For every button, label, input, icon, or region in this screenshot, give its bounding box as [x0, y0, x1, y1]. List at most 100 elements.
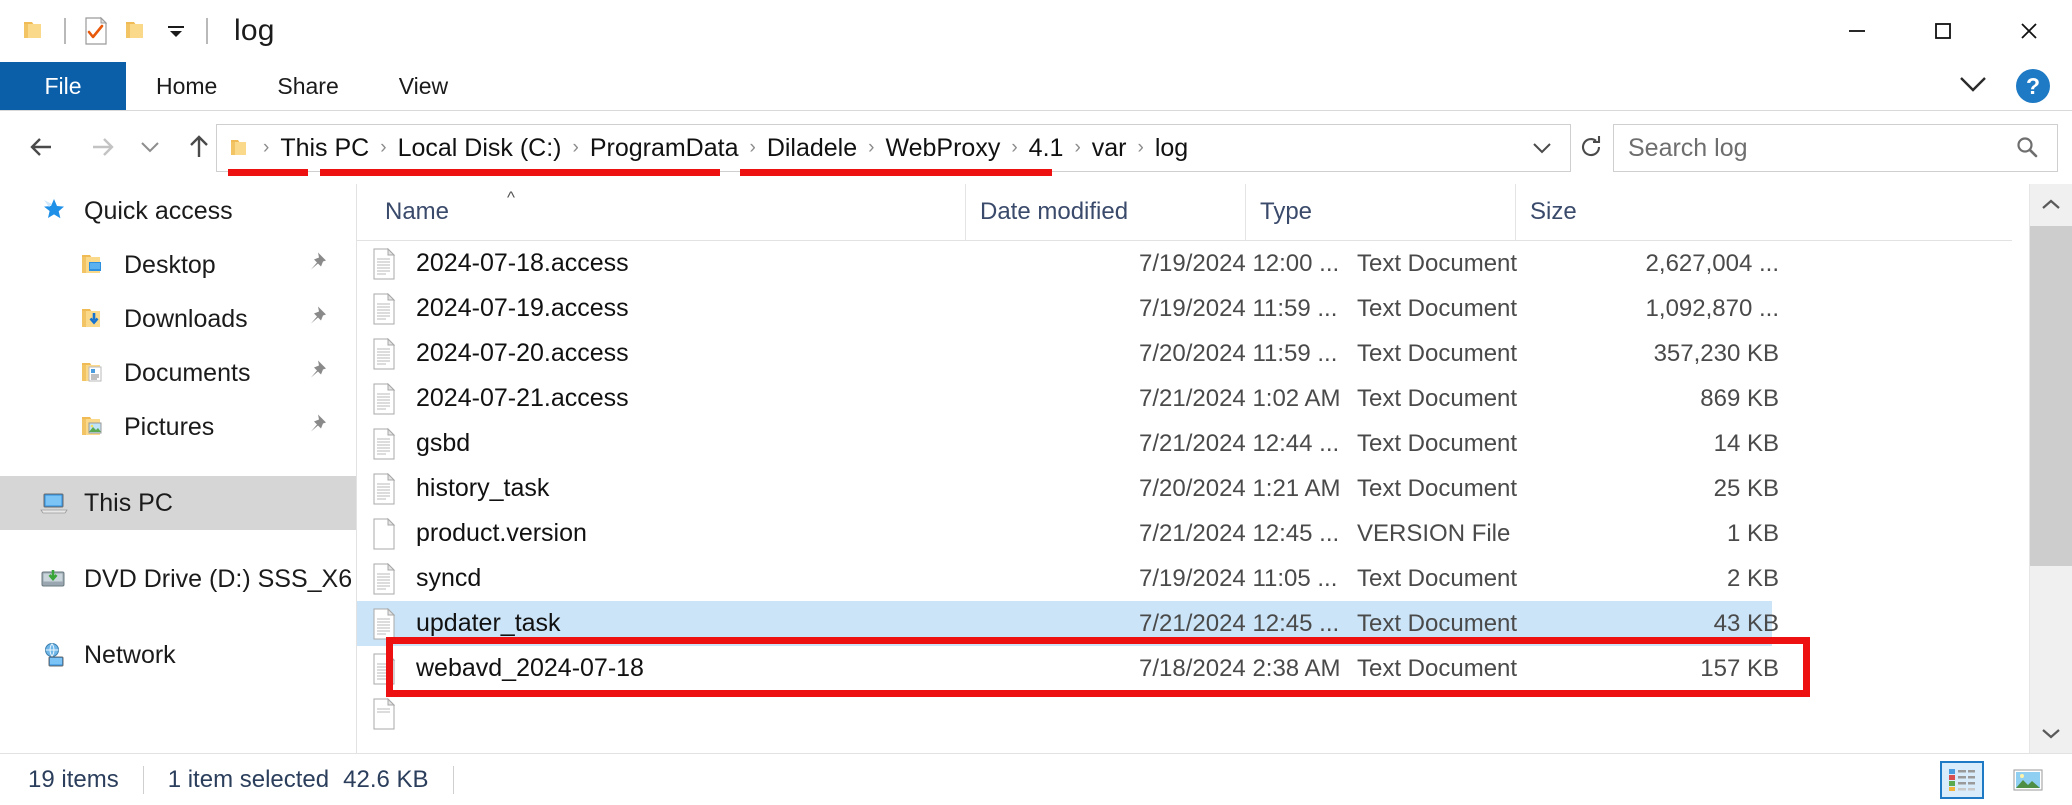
text-file-icon	[367, 560, 401, 598]
sort-ascending-icon: ^	[507, 188, 515, 207]
table-row-selected[interactable]: updater_task 7/21/2024 12:45 ... Text Do…	[357, 601, 1779, 646]
sidebar-item-this-pc[interactable]: This PC	[0, 476, 356, 530]
pin-icon[interactable]	[304, 251, 328, 280]
file-size: 2,627,004 ...	[1645, 249, 1779, 277]
file-size: 157 KB	[1700, 654, 1779, 682]
breadcrumb-diladele[interactable]: Diladele	[758, 134, 866, 163]
title-bar: log	[0, 0, 2072, 62]
column-header-label: Name	[385, 198, 450, 225]
maximize-button[interactable]	[1900, 0, 1986, 62]
table-row-partial[interactable]	[357, 691, 2012, 736]
recent-locations-chevron-down-icon[interactable]	[130, 111, 170, 183]
address-dropdown-chevron-down-icon[interactable]	[1524, 126, 1560, 170]
star-pin-icon	[38, 194, 72, 228]
sidebar-item-documents[interactable]: Documents	[0, 346, 356, 400]
file-date: 7/19/2024 11:05 ...	[1139, 564, 1338, 592]
file-date: 7/21/2024 12:45 ...	[1139, 609, 1340, 637]
address-bar[interactable]: › This PC › Local Disk (C:) › ProgramDat…	[216, 124, 1571, 172]
pin-icon[interactable]	[304, 359, 328, 388]
column-header-date-modified[interactable]: Date modified	[965, 184, 1245, 240]
breadcrumb-chevron-icon: ›	[1137, 137, 1144, 158]
breadcrumb-this-pc[interactable]: This PC	[271, 134, 378, 163]
forward-arrow-right-icon[interactable]	[72, 111, 130, 183]
file-name-cell: 2024-07-20.access	[357, 335, 629, 373]
network-icon	[38, 638, 72, 672]
search-input[interactable]: Search log	[1614, 134, 1748, 163]
text-file-icon	[367, 425, 401, 463]
scrollbar-thumb[interactable]	[2030, 226, 2072, 566]
breadcrumb-programdata[interactable]: ProgramData	[581, 134, 748, 163]
breadcrumb-local-disk-c[interactable]: Local Disk (C:)	[389, 134, 571, 163]
pin-icon[interactable]	[304, 413, 328, 442]
sidebar-item-quick-access[interactable]: Quick access	[0, 184, 356, 238]
help-button[interactable]: ?	[2016, 69, 2050, 103]
column-header-size[interactable]: Size	[1515, 184, 1695, 240]
file-date: 7/19/2024 11:59 ...	[1139, 294, 1338, 322]
status-selection: 1 item selected	[167, 765, 330, 793]
tab-home[interactable]: Home	[126, 62, 247, 110]
new-folder-icon[interactable]	[116, 11, 156, 51]
breadcrumb-chevron-icon: ›	[1074, 137, 1081, 158]
sidebar-item-pictures[interactable]: Pictures	[0, 400, 356, 454]
search-icon[interactable]	[2013, 134, 2057, 162]
tab-file[interactable]: File	[0, 62, 126, 110]
scroll-down-chevron-down-icon[interactable]	[2030, 712, 2072, 754]
table-row[interactable]: gsbd 7/21/2024 12:44 ... Text Document 1…	[357, 421, 2012, 466]
sidebar-item-label: Downloads	[124, 304, 248, 333]
ribbon-tabs: File Home Share View	[0, 62, 478, 110]
column-header-type[interactable]: Type	[1245, 184, 1515, 240]
tab-view[interactable]: View	[369, 62, 478, 110]
file-size: 25 KB	[1713, 474, 1779, 502]
expand-ribbon-chevron-down-icon[interactable]	[1956, 73, 1990, 100]
documents-folder-icon	[78, 356, 112, 390]
text-file-icon	[367, 380, 401, 418]
vertical-scrollbar[interactable]	[2029, 184, 2072, 754]
window-title: log	[234, 14, 275, 47]
table-row[interactable]: syncd 7/19/2024 11:05 ... Text Document …	[357, 556, 2012, 601]
column-header-label: Date modified	[980, 198, 1129, 225]
file-rows: 2024-07-18.access 7/19/2024 12:00 ... Te…	[357, 241, 2012, 736]
breadcrumb-webproxy[interactable]: WebProxy	[876, 134, 1009, 163]
qat-folder-icon[interactable]	[14, 11, 54, 51]
sidebar-item-network[interactable]: Network	[0, 628, 356, 682]
ribbon-tab-bar: File Home Share View ?	[0, 62, 2072, 110]
table-row[interactable]: 2024-07-18.access 7/19/2024 12:00 ... Te…	[357, 241, 2012, 286]
pin-icon[interactable]	[304, 305, 328, 334]
breadcrumb-var[interactable]: var	[1083, 134, 1136, 163]
quick-access-toolbar	[14, 0, 218, 62]
breadcrumb-log[interactable]: log	[1146, 134, 1197, 163]
annotation-underline-path-tail	[740, 169, 1052, 176]
tab-share[interactable]: Share	[247, 62, 368, 110]
thumbnail-view-button[interactable]	[2006, 761, 2050, 799]
refresh-icon[interactable]	[1569, 124, 1613, 170]
sidebar-item-label: Documents	[124, 358, 251, 387]
minimize-button[interactable]	[1814, 0, 1900, 62]
close-button[interactable]	[1986, 0, 2072, 62]
sidebar-item-desktop[interactable]: Desktop	[0, 238, 356, 292]
sidebar-item-label: Network	[84, 640, 176, 669]
sidebar-item-dvd-drive[interactable]: DVD Drive (D:) SSS_X6	[0, 552, 356, 606]
table-row[interactable]: 2024-07-19.access 7/19/2024 11:59 ... Te…	[357, 286, 2012, 331]
search-box[interactable]: Search log	[1613, 124, 2058, 172]
file-date: 7/21/2024 12:44 ...	[1139, 429, 1340, 457]
text-file-icon	[367, 650, 401, 688]
breadcrumb-chevron-icon: ›	[263, 137, 270, 158]
breadcrumb-version[interactable]: 4.1	[1020, 134, 1073, 163]
sidebar-item-downloads[interactable]: Downloads	[0, 292, 356, 346]
file-name-cell: 2024-07-19.access	[357, 290, 629, 328]
table-row[interactable]: history_task 7/20/2024 1:21 AM Text Docu…	[357, 466, 2012, 511]
table-row[interactable]: 2024-07-21.access 7/21/2024 1:02 AM Text…	[357, 376, 2012, 421]
file-date: 7/20/2024 11:59 ...	[1139, 339, 1338, 367]
table-row[interactable]: 2024-07-20.access 7/20/2024 11:59 ... Te…	[357, 331, 2012, 376]
details-view-button[interactable]	[1940, 760, 1984, 799]
back-arrow-left-icon[interactable]	[14, 111, 72, 183]
properties-checkmark-icon[interactable]	[76, 11, 116, 51]
breadcrumb-chevron-icon: ›	[1011, 137, 1018, 158]
scroll-up-chevron-up-icon[interactable]	[2030, 184, 2072, 226]
table-row[interactable]: product.version 7/21/2024 12:45 ... VERS…	[357, 511, 2012, 556]
column-header-name[interactable]: Name ^	[357, 184, 965, 240]
chevron-down-icon[interactable]	[156, 11, 196, 51]
file-date: 7/21/2024 1:02 AM	[1139, 384, 1341, 412]
table-row[interactable]: webavd_2024-07-18 7/18/2024 2:38 AM Text…	[357, 646, 2012, 691]
